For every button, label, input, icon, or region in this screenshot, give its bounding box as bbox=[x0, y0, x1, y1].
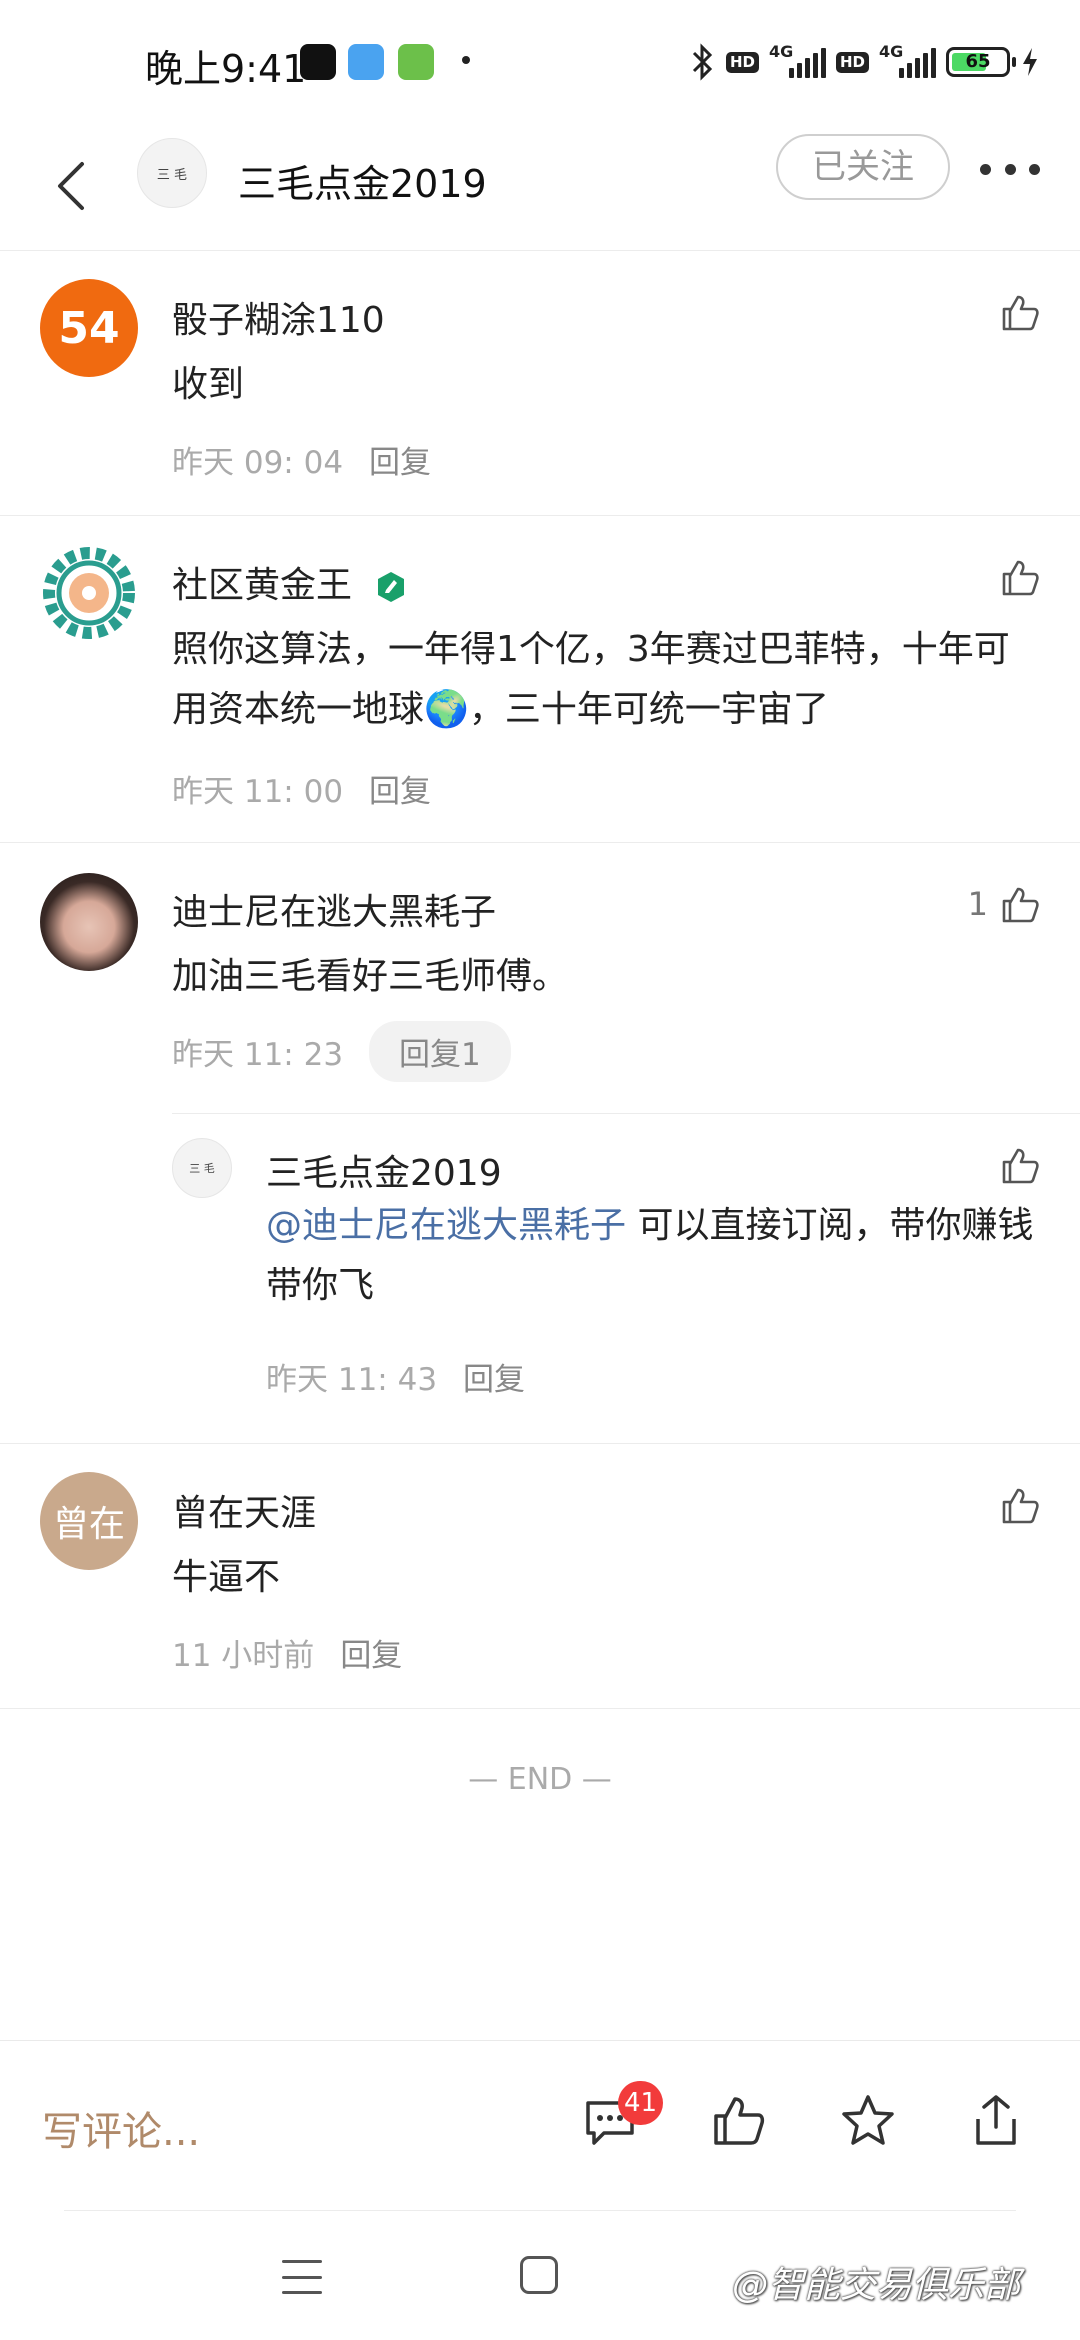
comment-meta: 11 小时前 回复 bbox=[172, 1630, 402, 1675]
comment-time: 昨天 11: 00 bbox=[172, 774, 344, 810]
status-bar: 晚上9:41 HD 4G HD 4G 65 bbox=[0, 0, 1080, 126]
comment-author[interactable]: 迪士尼在逃大黑耗子 bbox=[172, 883, 496, 935]
comment-author[interactable]: 社区黄金王 bbox=[172, 556, 407, 608]
share-icon[interactable] bbox=[966, 2091, 1026, 2151]
comment-text: 收到 bbox=[172, 364, 245, 405]
comment-item: 54 骰子糊涂110 收到 昨天 09: 04 回复 bbox=[0, 251, 1080, 515]
end-of-list-label: — END — bbox=[468, 1762, 612, 1797]
page-title[interactable]: 三毛点金2019 bbox=[238, 144, 487, 224]
comment-time: 11 小时前 bbox=[172, 1638, 315, 1674]
comment-meta: 昨天 09: 04 回复 bbox=[172, 437, 431, 482]
back-arrow-icon[interactable] bbox=[48, 156, 98, 216]
more-notifications-dot bbox=[462, 56, 470, 64]
reply-time: 昨天 11: 43 bbox=[266, 1362, 438, 1398]
comment-item: 迪士尼在逃大黑耗子 1 加油三毛看好三毛师傅。 昨天 11: 23 回复1 三 … bbox=[0, 843, 1080, 1443]
bluetooth-icon bbox=[692, 43, 713, 81]
comment-meta: 昨天 11: 00 回复 bbox=[172, 766, 431, 811]
thumbs-up-icon[interactable] bbox=[998, 883, 1042, 927]
comment-text: 加油三毛看好三毛师傅。 bbox=[172, 956, 569, 997]
reply-button[interactable]: 回复 bbox=[340, 1630, 402, 1675]
comment-text: 照你这算法，一年得1个亿，3年赛过巴菲特，十年可用资本统一地球🌍，三十年可统一宇… bbox=[172, 629, 1010, 730]
avatar[interactable]: 曾在 bbox=[40, 1472, 138, 1570]
reply-avatar[interactable]: 三 毛 bbox=[172, 1138, 232, 1198]
recent-apps-button[interactable] bbox=[282, 2260, 322, 2294]
hd-badge-1: HD bbox=[725, 51, 759, 73]
reply-author[interactable]: 三毛点金2019 bbox=[266, 1144, 502, 1196]
avatar[interactable]: 54 bbox=[40, 279, 138, 377]
reply-item: 三 毛 三毛点金2019 @迪士尼在逃大黑耗子 可以直接订阅，带你赚钱带你飞 昨… bbox=[0, 1114, 1080, 1442]
write-comment-input[interactable]: 写评论... bbox=[42, 2099, 200, 2157]
comment-item: 曾在 曾在天涯 牛逼不 11 小时前 回复 bbox=[0, 1444, 1080, 1708]
comment-time: 昨天 11: 23 bbox=[172, 1037, 344, 1073]
app-notification-icon bbox=[348, 44, 384, 80]
follow-button[interactable]: 已关注 bbox=[776, 134, 950, 200]
reply-meta: 昨天 11: 43 回复 bbox=[266, 1354, 525, 1399]
home-button[interactable] bbox=[520, 2256, 558, 2294]
comment-count-badge: 41 bbox=[618, 2081, 664, 2125]
view-replies-button[interactable]: 回复1 bbox=[369, 1021, 511, 1082]
star-icon[interactable] bbox=[838, 2091, 898, 2151]
battery-level: 65 bbox=[965, 51, 991, 72]
status-time: 晚上9:41 bbox=[145, 47, 307, 91]
system-navigation-bar: @智能交易俱乐部 bbox=[0, 2212, 1080, 2340]
more-dots-icon[interactable] bbox=[980, 161, 1040, 177]
thumbs-up-icon[interactable] bbox=[998, 1144, 1042, 1188]
reply-text: @迪士尼在逃大黑耗子 可以直接订阅，带你赚钱带你飞 bbox=[266, 1205, 1034, 1306]
wechat-notification-icon bbox=[398, 44, 434, 80]
divider bbox=[0, 1708, 1080, 1709]
music-notification-icon bbox=[300, 44, 336, 80]
comment-text: 牛逼不 bbox=[172, 1557, 281, 1598]
reply-button[interactable]: 回复 bbox=[369, 766, 431, 811]
status-indicators: HD 4G HD 4G 65 bbox=[688, 40, 1040, 84]
avatar[interactable] bbox=[40, 873, 138, 971]
thumbs-up-icon[interactable] bbox=[998, 556, 1042, 600]
thumbs-up-icon[interactable] bbox=[998, 291, 1042, 335]
divider bbox=[64, 2210, 1016, 2211]
battery-icon: 65 bbox=[946, 47, 1016, 77]
watermark-text: @智能交易俱乐部 bbox=[732, 2265, 1021, 2306]
thumbs-up-icon[interactable] bbox=[998, 1484, 1042, 1528]
top-app-bar: 三 毛 三毛点金2019 已关注 bbox=[0, 126, 1080, 251]
verified-badge-icon bbox=[378, 572, 405, 602]
hd-badge-2: HD bbox=[835, 51, 869, 73]
comment-time: 昨天 09: 04 bbox=[172, 445, 344, 481]
thumbs-up-icon[interactable] bbox=[708, 2091, 768, 2151]
comment-item: 社区黄金王 照你这算法，一年得1个亿，3年赛过巴菲特，十年可用资本统一地球🌍，三… bbox=[0, 516, 1080, 842]
signal-1-icon: 4G bbox=[769, 42, 826, 78]
comment-author[interactable]: 骰子糊涂110 bbox=[172, 291, 385, 343]
comment-meta: 昨天 11: 23 回复1 bbox=[172, 1021, 511, 1082]
reply-button[interactable]: 回复 bbox=[463, 1354, 525, 1399]
header-avatar[interactable]: 三 毛 bbox=[137, 138, 207, 208]
bottom-action-bar: 写评论... 41 bbox=[0, 2040, 1080, 2210]
avatar[interactable] bbox=[40, 544, 138, 642]
signal-2-icon: 4G bbox=[879, 42, 936, 78]
mention-link[interactable]: @迪士尼在逃大黑耗子 bbox=[266, 1205, 626, 1246]
charging-icon bbox=[1023, 48, 1037, 76]
like-count: 1 bbox=[967, 885, 988, 923]
comment-author[interactable]: 曾在天涯 bbox=[172, 1484, 316, 1536]
reply-button[interactable]: 回复 bbox=[369, 437, 431, 482]
